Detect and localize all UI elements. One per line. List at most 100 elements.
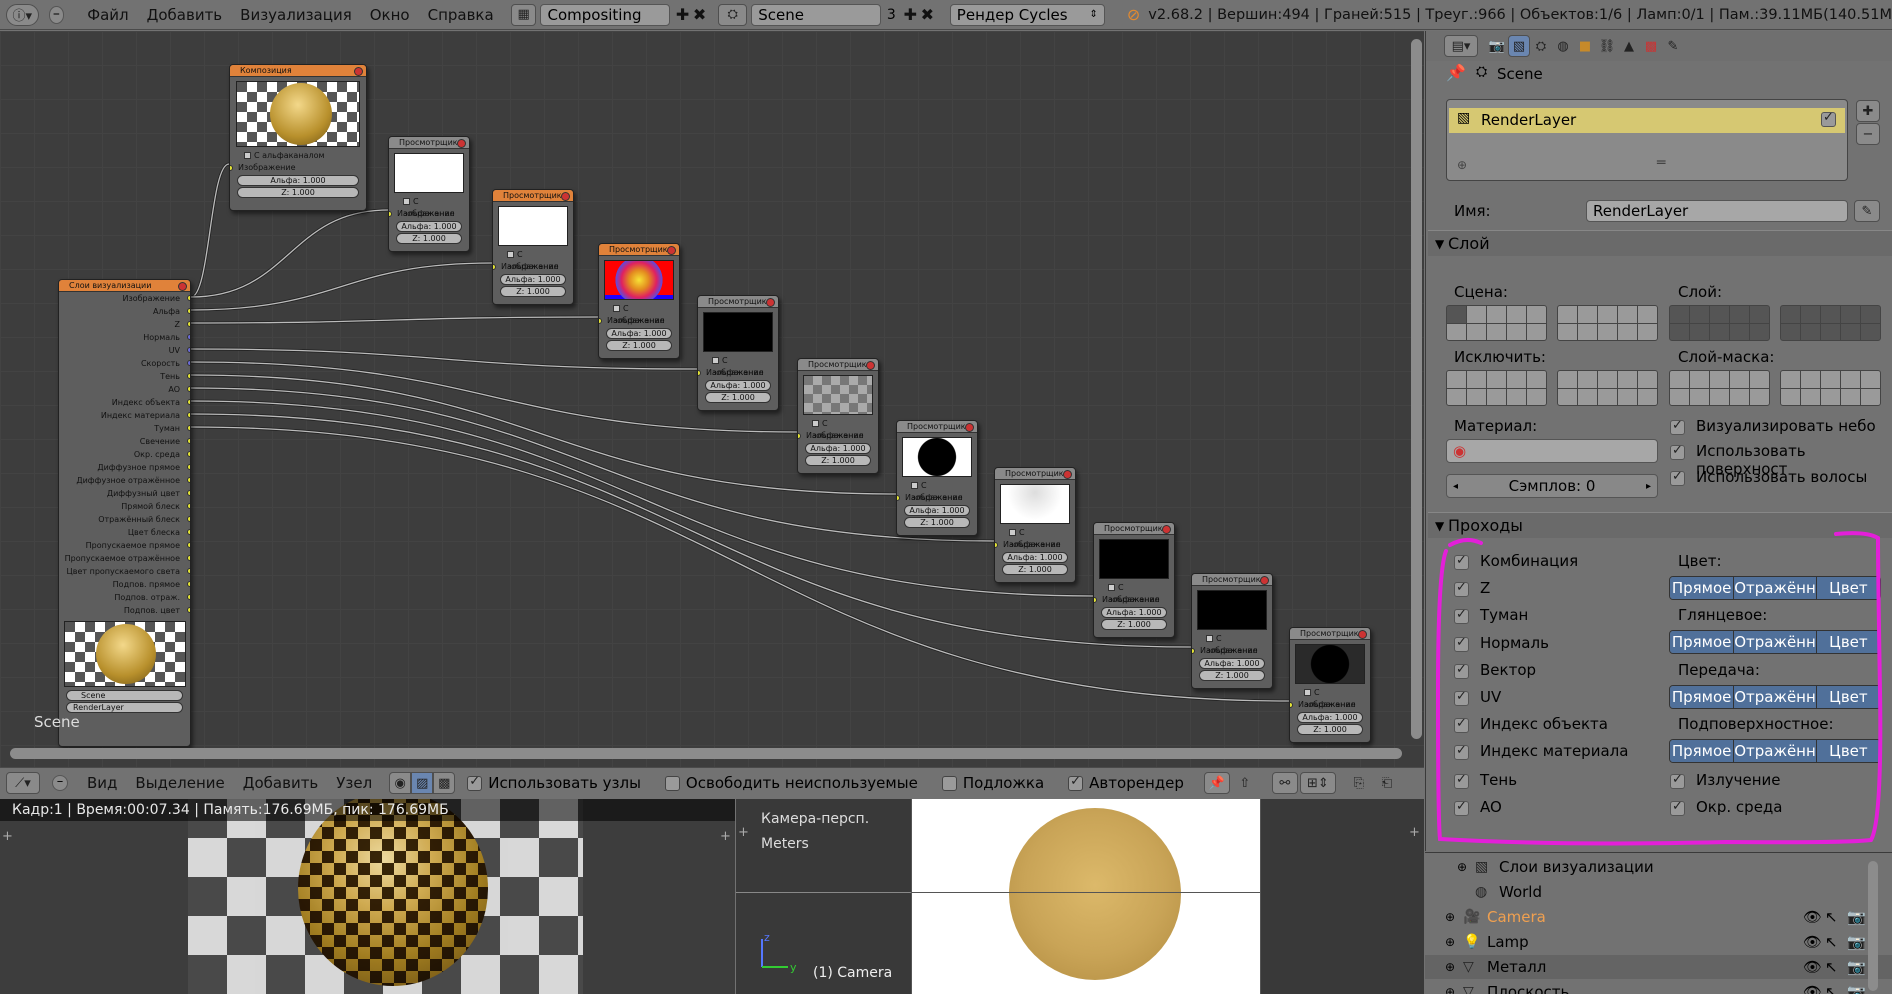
viewer-alpha-field[interactable]: Альфа: 1.000 <box>904 505 970 516</box>
expand-icon[interactable]: ⊕ <box>1457 855 1467 879</box>
output-socket[interactable] <box>187 321 190 327</box>
viewer-alpha-field[interactable]: Альфа: 1.000 <box>396 221 462 232</box>
node-editor-type-icon[interactable]: ⟋▾ <box>6 772 40 794</box>
input-socket[interactable] <box>1094 597 1097 603</box>
input-socket[interactable] <box>493 264 496 270</box>
outliner-row[interactable]: ◍ World <box>1425 880 1892 904</box>
viewer-z-field[interactable]: Z: 1.000 <box>606 340 672 351</box>
viewer-z-field[interactable]: Z: 1.000 <box>396 233 462 244</box>
output-socket[interactable] <box>187 386 190 392</box>
delete-scene-icon[interactable]: ✖ <box>919 5 936 25</box>
add-screen-icon[interactable]: ✚ <box>674 5 691 25</box>
region-expand-icon[interactable]: + <box>2 829 13 844</box>
pin-icon[interactable]: 📌 <box>1203 772 1230 794</box>
outliner-row[interactable]: ⊕ ▧ Слои визуализации <box>1425 855 1892 879</box>
viewer-node[interactable]: Просмотрщик С альфаканал Изображение Альфа:… <box>994 467 1076 583</box>
input-socket[interactable] <box>897 495 900 501</box>
input-socket[interactable] <box>599 318 602 324</box>
region-expand-icon[interactable]: + <box>720 829 731 844</box>
viewer-z-field[interactable]: Z: 1.000 <box>805 455 871 466</box>
viewer-alpha-field[interactable]: Альфа: 1.000 <box>606 328 672 339</box>
viewer-alpha-toggle[interactable]: С альфаканал <box>798 418 878 440</box>
cursor-icon[interactable]: ↖ <box>1825 955 1838 979</box>
horizontal-scrollbar[interactable] <box>10 748 1402 759</box>
collapse-menu-icon[interactable]: – <box>52 775 68 791</box>
output-socket[interactable] <box>187 516 190 522</box>
viewer-z-field[interactable]: Z: 1.000 <box>904 517 970 528</box>
viewer-alpha-field[interactable]: Альфа: 1.000 <box>500 274 566 285</box>
region-expand-icon[interactable]: + <box>738 825 749 840</box>
screen-layout-field[interactable]: Compositing <box>540 3 671 26</box>
scene-field[interactable]: Scene <box>751 3 881 26</box>
snap-element-icon[interactable]: ⊞⇕ <box>1299 772 1336 794</box>
menu-select[interactable]: Выделение <box>135 774 224 792</box>
vertical-scrollbar[interactable] <box>1411 39 1422 739</box>
viewer-node[interactable]: Просмотрщик С альфаканал Изображение Альфа:… <box>697 295 779 411</box>
expand-icon[interactable]: ⊕ <box>1445 955 1455 979</box>
viewer-node[interactable]: Просмотрщик С альфаканал Изображение Альфа:… <box>598 243 680 359</box>
outliner-row[interactable]: ⊕ ▽ Металл 👁 ↖ 📷 <box>1425 955 1892 979</box>
output-socket[interactable] <box>187 295 190 301</box>
viewer-z-field[interactable]: Z: 1.000 <box>1199 670 1265 681</box>
output-socket[interactable] <box>187 594 190 600</box>
viewer-alpha-field[interactable]: Альфа: 1.000 <box>1101 607 1167 618</box>
viewer-node[interactable]: Просмотрщик С альфаканал Изображение Альфа:… <box>492 189 574 305</box>
render-layers-layer-field[interactable]: RenderLayer <box>66 702 183 713</box>
eye-icon[interactable]: 👁 <box>1803 980 1822 994</box>
render-camera-icon[interactable]: 📷 <box>1847 955 1866 979</box>
scene-icon[interactable]: ⛭ <box>718 3 748 26</box>
shader-nodes-icon[interactable]: ◉ <box>389 772 412 794</box>
output-socket[interactable] <box>187 438 190 444</box>
render-camera-icon[interactable]: 📷 <box>1847 930 1866 954</box>
expand-icon[interactable]: ⊕ <box>1445 930 1455 954</box>
output-socket[interactable] <box>187 555 190 561</box>
expand-icon[interactable]: ⊕ <box>1445 905 1455 929</box>
snap-icon[interactable]: ⚯ <box>1271 772 1298 794</box>
render-engine-select[interactable]: Рендер Cycles ⇕ <box>949 3 1105 26</box>
output-socket[interactable] <box>187 568 190 574</box>
input-socket[interactable] <box>698 370 701 376</box>
region-expand-icon[interactable]: + <box>1409 825 1420 840</box>
viewer-alpha-toggle[interactable]: С альфаканал <box>493 249 573 271</box>
viewer-z-field[interactable]: Z: 1.000 <box>500 286 566 297</box>
output-socket[interactable] <box>187 542 190 548</box>
screen-layout-icon[interactable]: ▦ <box>510 3 537 26</box>
viewer-alpha-toggle[interactable]: С альфаканал <box>389 196 469 218</box>
viewer-alpha-toggle[interactable]: С альфаканал <box>1094 582 1174 604</box>
menu-render[interactable]: Визуализация <box>240 6 352 24</box>
viewer-z-field[interactable]: Z: 1.000 <box>1101 619 1167 630</box>
output-socket[interactable] <box>187 425 190 431</box>
backdrop-checkbox[interactable] <box>941 775 957 791</box>
input-socket[interactable] <box>389 211 392 217</box>
3d-viewport[interactable]: Камера-персп. Meters z y (1) Camera + + <box>736 799 1424 994</box>
viewer-node[interactable]: Просмотрщик С альфаканал Изображение Альфа:… <box>896 420 978 536</box>
menu-add[interactable]: Добавить <box>147 6 223 24</box>
composite-node[interactable]: Композиция С альфаканалом Изображение Ал… <box>229 64 367 211</box>
viewer-alpha-toggle[interactable]: С альфаканал <box>995 527 1075 549</box>
render-camera-icon[interactable]: 📷 <box>1847 980 1866 994</box>
viewer-alpha-toggle[interactable]: С альфаканал <box>599 303 679 325</box>
parent-node-tree-icon[interactable]: ⇧ <box>1231 772 1258 794</box>
output-socket[interactable] <box>187 373 190 379</box>
output-socket[interactable] <box>187 529 190 535</box>
viewer-alpha-field[interactable]: Альфа: 1.000 <box>705 380 771 391</box>
viewer-alpha-field[interactable]: Альфа: 1.000 <box>805 443 871 454</box>
composite-alpha-field[interactable]: Альфа: 1.000 <box>237 175 359 186</box>
output-socket[interactable] <box>187 334 190 340</box>
viewer-alpha-toggle[interactable]: С альфаканал <box>698 355 778 377</box>
output-socket[interactable] <box>187 360 190 366</box>
input-socket[interactable] <box>798 433 801 439</box>
cursor-icon[interactable]: ↖ <box>1825 980 1838 994</box>
viewer-alpha-toggle[interactable]: С альфаканал <box>1290 687 1370 709</box>
composite-z-field[interactable]: Z: 1.000 <box>237 187 359 198</box>
use-nodes-checkbox[interactable] <box>467 774 483 791</box>
eye-icon[interactable]: 👁 <box>1803 905 1822 929</box>
auto-render-checkbox[interactable] <box>1068 774 1084 791</box>
output-socket[interactable] <box>187 464 190 470</box>
viewer-z-field[interactable]: Z: 1.000 <box>1297 724 1363 735</box>
viewer-z-field[interactable]: Z: 1.000 <box>1002 564 1068 575</box>
cursor-icon[interactable]: ↖ <box>1825 930 1838 954</box>
input-socket[interactable] <box>995 542 998 548</box>
viewer-alpha-toggle[interactable]: С альфаканал <box>1192 633 1272 655</box>
texture-nodes-icon[interactable]: ▩ <box>433 772 456 794</box>
